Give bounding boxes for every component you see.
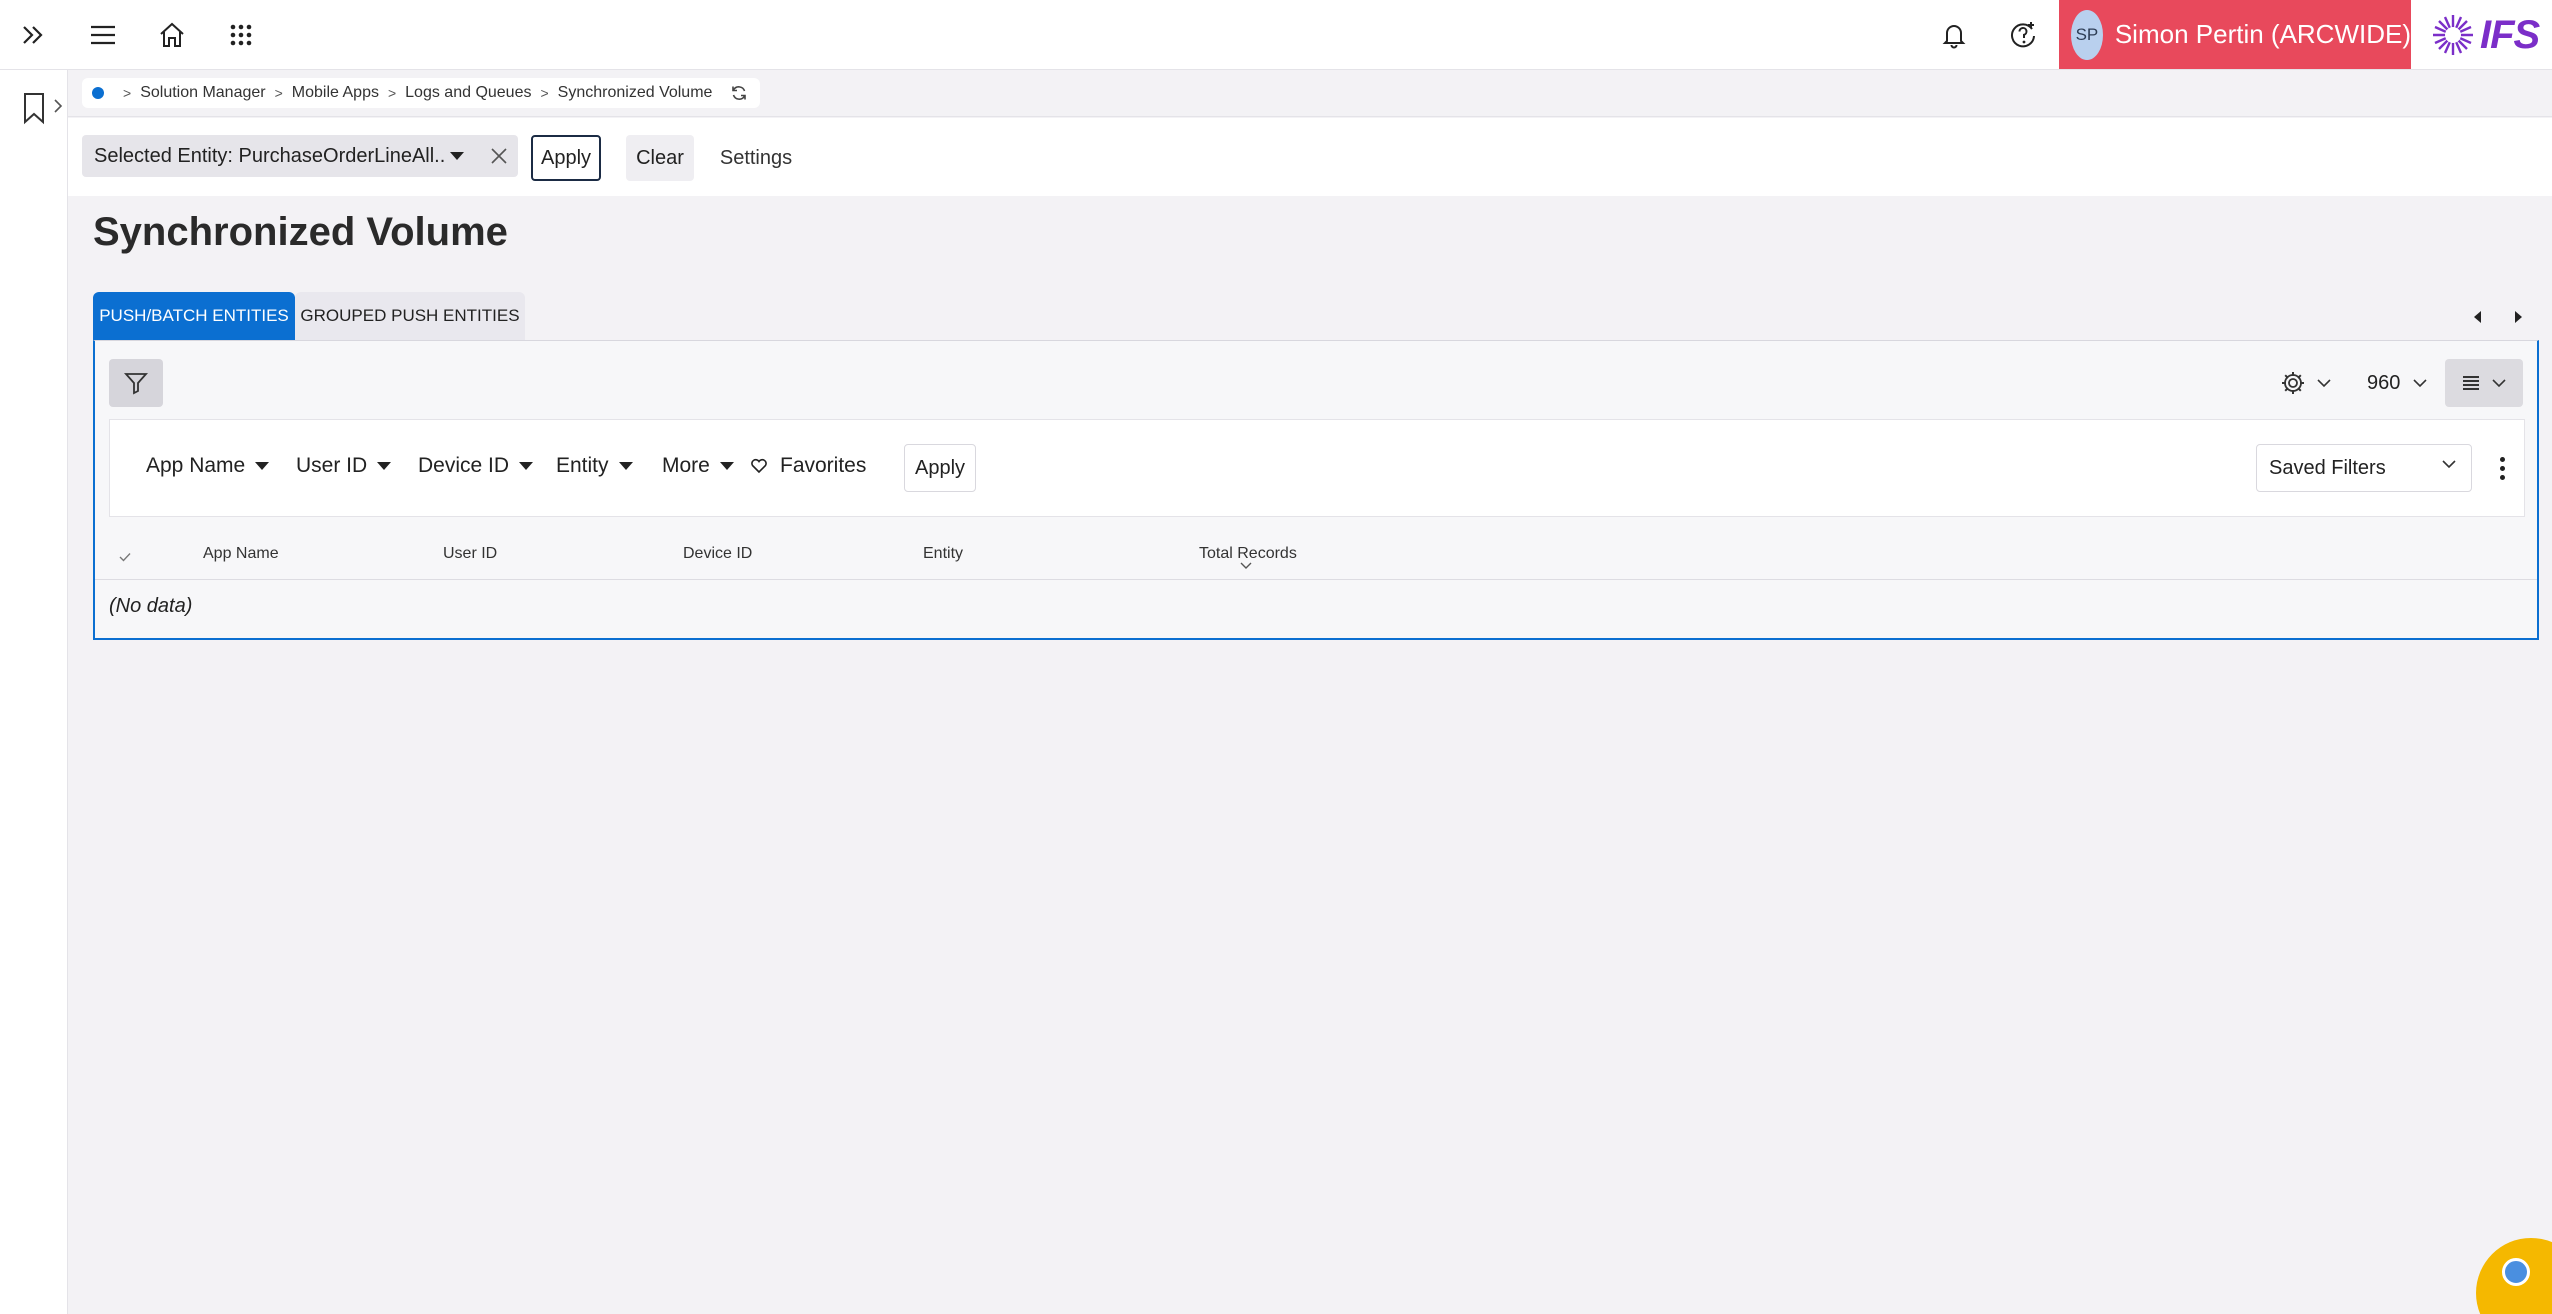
search-field-more[interactable]: More [662,454,734,478]
search-field-label: More [662,454,710,477]
settings-button[interactable]: Settings [708,135,804,181]
chevron-right-icon[interactable] [52,98,64,119]
list-panel: 960 App Name User ID Device ID Entity Mo… [93,340,2539,640]
menu-icon[interactable] [83,15,123,55]
tab-scroll-left-icon[interactable] [2466,305,2490,329]
tab-scroll-right-icon[interactable] [2506,305,2530,329]
user-menu[interactable]: SP Simon Pertin (ARCWIDE) [2059,0,2411,69]
table-divider [95,579,2537,580]
breadcrumb: > Solution Manager > Mobile Apps > Logs … [82,78,761,108]
clear-button[interactable]: Clear [626,135,694,181]
sort-descending-icon[interactable] [1239,561,1253,570]
refresh-icon[interactable] [730,84,748,102]
column-header-app-name[interactable]: App Name [203,545,279,563]
breadcrumb-item-current: Synchronized Volume [557,84,713,101]
search-field-entity[interactable]: Entity [556,454,633,478]
caret-down-icon[interactable] [450,152,464,160]
caret-down-icon [719,462,734,470]
list-view-icon [2463,376,2479,390]
caret-down-icon [519,462,534,470]
breadcrumb-item-mobile-apps[interactable]: Mobile Apps [292,84,379,102]
gear-icon [2282,372,2304,394]
column-header-user-id[interactable]: User ID [443,545,497,563]
more-options-icon[interactable] [2490,450,2514,486]
filter-toolbar: Selected Entity: PurchaseOrderLineAll...… [68,118,2552,196]
search-field-label: Device ID [418,454,510,477]
breadcrumb-home-dot[interactable] [92,87,104,99]
column-header-entity[interactable]: Entity [923,545,963,563]
table-header: App Name User ID Device ID Entity Total … [109,529,2525,579]
filter-icon[interactable] [109,359,163,407]
breadcrumb-separator: > [387,85,397,101]
search-field-device-id[interactable]: Device ID [418,454,534,478]
apps-grid-icon[interactable] [221,15,261,55]
favorites-label: Favorites [780,454,867,477]
breadcrumb-separator: > [274,85,283,101]
search-field-label: Entity [556,454,609,477]
favorites-button[interactable]: Favorites [750,454,866,478]
search-field-app-name[interactable]: App Name [146,454,270,478]
breadcrumb-separator: > [123,85,132,101]
ifs-logo-mark [2433,15,2473,55]
breadcrumb-item-solution-manager[interactable]: Solution Manager [140,84,265,102]
search-apply-button[interactable]: Apply [904,444,976,492]
assistant-chat-icon[interactable] [2476,1238,2552,1314]
select-all-check-icon[interactable] [117,549,133,565]
close-icon[interactable] [486,143,512,169]
avatar: SP [2071,9,2103,60]
chevron-down-icon [2492,379,2506,388]
expand-navigator-icon[interactable] [13,15,53,55]
heart-icon [751,458,767,474]
search-field-label: User ID [296,454,368,477]
bookmark-icon[interactable] [14,88,54,128]
ifs-logo: IFS [2430,8,2540,62]
chevron-down-icon [2413,379,2427,388]
empty-state-text: (No data) [109,595,193,617]
page-size-value: 960 [2367,371,2401,394]
search-field-user-id[interactable]: User ID [296,454,392,478]
user-name: Simon Pertin (ARCWIDE) [2114,19,2411,49]
top-bar: SP Simon Pertin (ARCWIDE) IFS [0,0,2552,70]
home-icon[interactable] [152,15,192,55]
column-header-device-id[interactable]: Device ID [683,545,752,563]
bell-icon[interactable] [1934,15,1974,55]
caret-down-icon [377,462,392,470]
page-size-dropdown[interactable]: 960 [2367,365,2437,401]
chevron-down-icon [2442,460,2456,469]
breadcrumb-separator: > [540,85,549,101]
help-icon[interactable] [2003,15,2043,55]
left-rail [0,70,68,1314]
search-field-label: App Name [146,454,246,477]
selected-entity-label: Selected Entity: PurchaseOrderLineAll... [94,144,446,167]
caret-down-icon [618,462,633,470]
saved-filters-label: Saved Filters [2269,456,2386,479]
tab-grouped-push-entities[interactable]: GROUPED PUSH ENTITIES [295,292,525,340]
saved-filters-dropdown[interactable]: Saved Filters [2256,444,2472,492]
caret-down-icon [255,462,270,470]
chevron-down-icon [2317,379,2331,388]
selected-entity-filter[interactable]: Selected Entity: PurchaseOrderLineAll... [82,135,518,177]
column-settings-dropdown[interactable] [2280,365,2340,401]
apply-button[interactable]: Apply [531,135,601,181]
page-title: Synchronized Volume [93,210,508,254]
breadcrumb-item-logs-and-queues[interactable]: Logs and Queues [405,84,531,102]
logo-text: IFS [2480,12,2540,57]
tab-push-batch-entities[interactable]: PUSH/BATCH ENTITIES [93,292,295,340]
breadcrumb-row: > Solution Manager > Mobile Apps > Logs … [68,70,2552,117]
search-panel: App Name User ID Device ID Entity More F… [109,419,2525,517]
view-mode-dropdown[interactable] [2445,359,2523,407]
